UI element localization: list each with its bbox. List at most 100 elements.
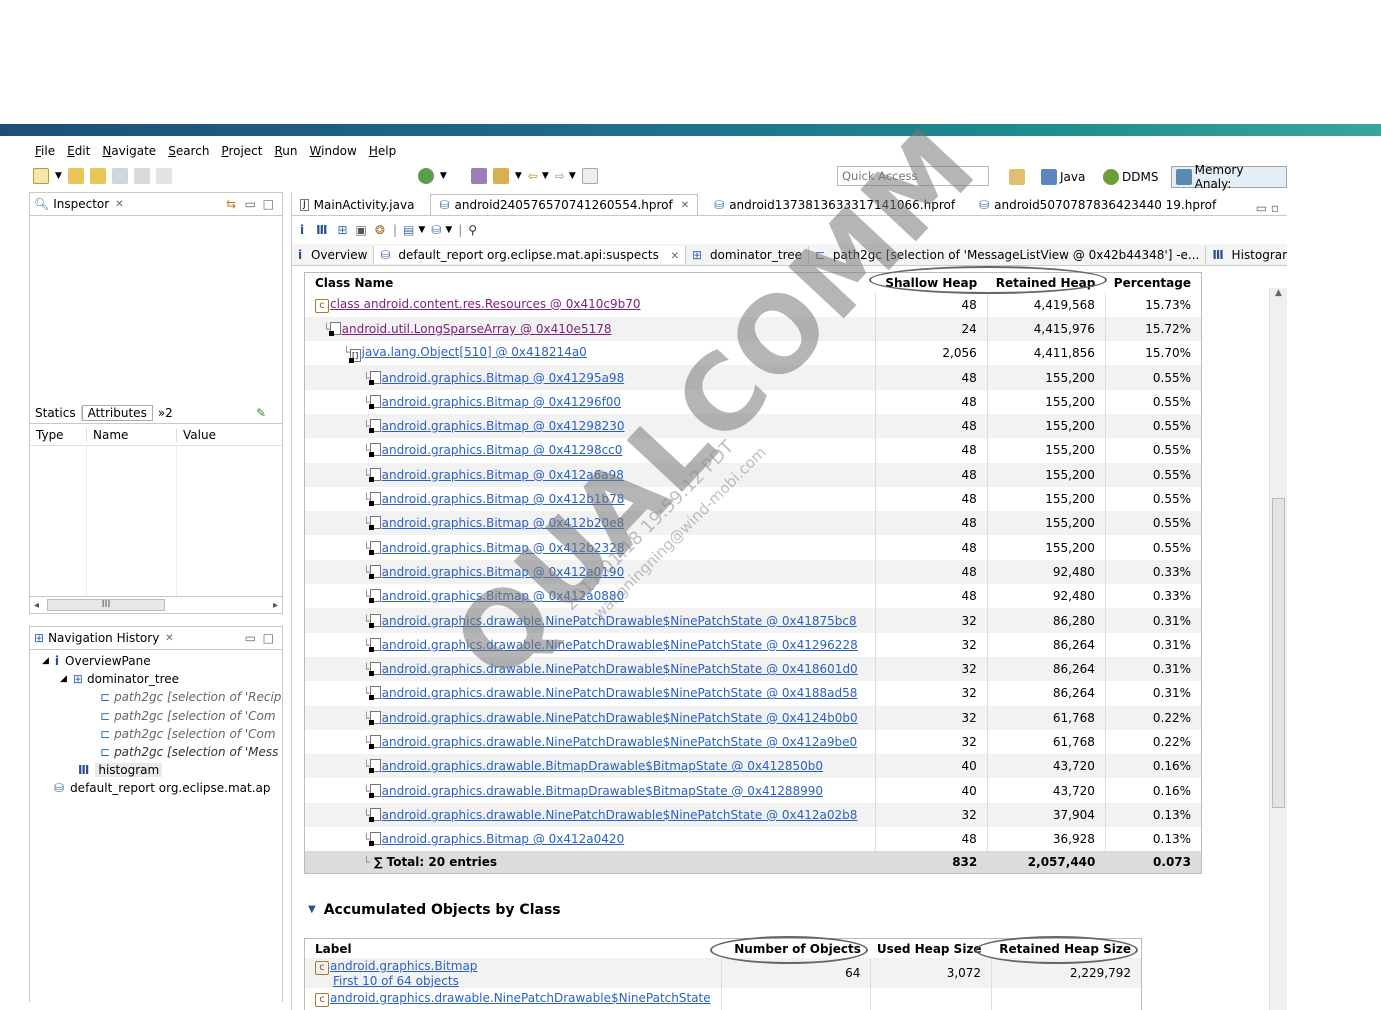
col-percentage[interactable]: Percentage (1105, 273, 1201, 293)
table-row[interactable]: └ android.graphics.drawable.BitmapDrawabl… (305, 778, 1202, 803)
table-row[interactable]: └ android.graphics.drawable.NinePatchDraw… (305, 681, 1202, 706)
col-type[interactable]: Type (30, 428, 86, 442)
perspective-memory-analyzer[interactable]: Memory Analy: (1171, 163, 1287, 191)
dropdown-arrow-icon[interactable]: ▼ (515, 171, 522, 181)
dropdown-arrow-icon[interactable]: ▼ (440, 171, 447, 181)
object-link[interactable]: android.graphics.Bitmap @ 0x41295a98 (382, 371, 625, 385)
object-link[interactable]: android.graphics.Bitmap @ 0x41298cc0 (382, 443, 623, 457)
sync-icon[interactable]: ⇆ (226, 197, 236, 211)
close-icon[interactable]: ✕ (671, 251, 679, 262)
object-link[interactable]: android.graphics.Bitmap @ 0x412b20e8 (382, 516, 625, 530)
nav-item-path2gc[interactable]: ⊏ path2gc [selection of 'Mess (30, 743, 282, 761)
table-row[interactable]: └ android.graphics.Bitmap @ 0x412b1b78 48 1… (305, 486, 1202, 512)
overview-icon[interactable]: i (300, 223, 304, 237)
menu-help[interactable]: Help (369, 144, 396, 158)
table-row[interactable]: └ android.graphics.drawable.NinePatchDraw… (305, 632, 1202, 657)
table-row[interactable]: └ android.graphics.drawable.NinePatchDraw… (304, 608, 1202, 633)
histogram-icon[interactable]: Ⅲ (316, 223, 327, 237)
object-link[interactable]: android.graphics.drawable.NinePatchDrawa… (382, 711, 858, 725)
object-link[interactable]: android.graphics.Bitmap @ 0x41296f00 (382, 395, 621, 409)
nav-item-histogram[interactable]: Ⅲ histogram (30, 761, 282, 779)
col-used-heap-size[interactable]: Used Heap Size (871, 938, 992, 958)
object-link[interactable]: android.graphics.Bitmap @ 0x412a0190 (382, 565, 625, 579)
table-row[interactable]: └ android.graphics.Bitmap @ 0x412a0880 48 9… (305, 584, 1202, 609)
subtab-default-report[interactable]: ⛁ default_report org.eclipse.mat.api:sus… (374, 245, 687, 264)
table-row[interactable]: └ android.graphics.drawable.NinePatchDraw… (304, 656, 1202, 682)
dominator-tree-icon[interactable]: ⊞ (337, 223, 347, 237)
pin-editor-icon[interactable] (581, 168, 598, 184)
dropdown-arrow-icon[interactable]: ▼ (55, 171, 62, 181)
table-row[interactable]: └ android.graphics.Bitmap @ 0x412b2328 48 1… (305, 535, 1202, 560)
objects-link[interactable]: First 10 of 64 objects (333, 974, 459, 988)
expand-icon[interactable]: ◢ (60, 674, 67, 684)
expand-icon[interactable]: ◢ (42, 656, 49, 666)
nav-item-default-report[interactable]: ⛁ default_report org.eclipse.mat.ap (30, 779, 282, 797)
inspector-title[interactable]: Inspector (53, 197, 109, 211)
object-link[interactable]: class android.content.res.Resources @ 0x… (330, 297, 641, 311)
maximize-icon[interactable]: □ (263, 197, 274, 211)
table-row[interactable]: └ android.graphics.drawable.BitmapDrawabl… (304, 754, 1202, 779)
save-icon[interactable] (111, 168, 128, 184)
menu-file[interactable]: File (35, 144, 55, 158)
menu-navigate[interactable]: Navigate (102, 144, 156, 158)
dropdown-arrow-icon[interactable]: ▼ (569, 171, 576, 181)
open-folder-icon[interactable] (67, 168, 84, 184)
col-label[interactable]: Label (305, 938, 722, 958)
collapse-icon[interactable]: ▼ (308, 904, 316, 915)
table-row[interactable]: └ android.graphics.Bitmap @ 0x412a0420 48 3… (305, 827, 1202, 852)
horizontal-scrollbar[interactable]: ◂ III ▸ (29, 596, 283, 614)
object-link[interactable]: android.graphics.Bitmap @ 0x412a6a98 (382, 468, 624, 482)
pin-icon[interactable]: ✎ (256, 406, 266, 420)
minimize-icon[interactable]: ▭ ▫ (1256, 201, 1279, 215)
subtab-histogram[interactable]: Ⅲ Histogram (1206, 246, 1287, 264)
object-link[interactable]: android.graphics.Bitmap @ 0x412a0880 (382, 589, 625, 603)
dropdown-arrow-icon[interactable]: ▼ (418, 225, 425, 235)
menu-run[interactable]: Run (274, 144, 297, 158)
query-browser-icon[interactable]: ▤ (403, 223, 414, 237)
table-row[interactable]: └ android.graphics.Bitmap @ 0x412b20e8 48 1… (304, 511, 1202, 536)
editor-tab-hprof-active[interactable]: ⛁ android240576570741260554.hprof ✕ (430, 194, 699, 215)
close-icon[interactable]: ✕ (165, 633, 173, 644)
menu-project[interactable]: Project (221, 144, 262, 158)
tab-attributes[interactable]: Attributes (81, 404, 153, 421)
object-link[interactable]: android.graphics.drawable.NinePatchDrawa… (382, 808, 858, 822)
table-row[interactable]: c android.graphics.Bitmap First 10 of 64 … (304, 958, 1142, 989)
minimize-icon[interactable]: ▭ (245, 631, 256, 645)
table-row[interactable]: └ android.graphics.drawable.NinePatchDraw… (304, 802, 1202, 828)
subtab-overview[interactable]: i Overview (292, 245, 375, 264)
table-row[interactable]: └ android.graphics.Bitmap @ 0x412a6a98 48 1… (304, 462, 1202, 487)
open-perspective-icon[interactable] (1009, 166, 1027, 188)
open-project-icon[interactable] (89, 168, 106, 184)
table-row[interactable]: └ android.util.LongSparseArray @ 0x410e51… (304, 316, 1202, 342)
object-link[interactable]: android.graphics.drawable.NinePatchDrawa… (382, 662, 858, 676)
maximize-icon[interactable]: □ (263, 631, 274, 645)
menu-window[interactable]: Window (310, 144, 357, 158)
open-type-icon[interactable] (470, 168, 487, 184)
menu-search[interactable]: Search (168, 144, 209, 158)
table-row[interactable]: └ android.graphics.Bitmap @ 0x412a0190 48 9… (304, 559, 1202, 585)
editor-tab-mainactivity[interactable]: J MainActivity.java (292, 195, 422, 215)
class-link[interactable]: android.graphics.Bitmap (330, 959, 477, 973)
object-link[interactable]: android.graphics.drawable.NinePatchDrawa… (382, 638, 858, 652)
print-icon[interactable] (155, 168, 172, 184)
run-report-icon[interactable]: ⛁ (431, 223, 441, 237)
accumulated-section-header[interactable]: ▼ Accumulated Objects by Class (304, 902, 1204, 918)
vertical-scrollbar[interactable]: ▲ (1269, 288, 1287, 1010)
quick-access-input[interactable] (837, 166, 989, 186)
editor-tab-hprof[interactable]: ⛁ android5070787836423440 19.hprof (971, 195, 1224, 215)
save-all-icon[interactable] (133, 168, 150, 184)
object-link[interactable]: android.graphics.drawable.NinePatchDrawa… (382, 735, 858, 749)
table-row[interactable]: c class android.content.res.Resources @ 0… (305, 292, 1202, 317)
table-row[interactable]: └ android.graphics.Bitmap @ 0x41298cc0 48 1… (305, 438, 1202, 463)
back-arrow-icon[interactable]: ⇦ (528, 169, 538, 183)
close-icon[interactable]: ✕ (681, 200, 689, 211)
table-row[interactable]: └ android.graphics.Bitmap @ 0x41296f00 48 1… (305, 389, 1202, 414)
search-icon[interactable]: ⚲ (468, 223, 477, 237)
col-class-name[interactable]: Class Name (305, 273, 876, 293)
col-name[interactable]: Name (86, 427, 176, 442)
object-link[interactable]: android.graphics.Bitmap @ 0x41298230 (382, 419, 625, 433)
nav-history-title[interactable]: Navigation History (48, 631, 159, 645)
nav-item-path2gc[interactable]: ⊏ path2gc [selection of 'Com (30, 707, 282, 725)
close-icon[interactable]: ✕ (115, 199, 123, 210)
object-link[interactable]: android.util.LongSparseArray @ 0x410e517… (342, 322, 612, 336)
